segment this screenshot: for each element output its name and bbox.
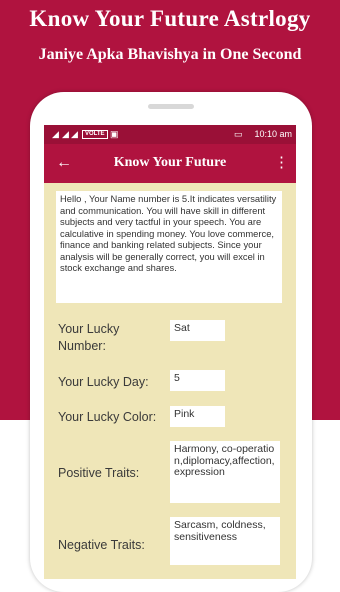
battery-icon: ▭ [234,129,243,139]
positive-traits-value: Harmony, co-operation,diplomacy,affectio… [170,441,280,503]
phone-speaker [148,104,194,109]
status-bar: ◢ ◢ ◢ VOLTE ▣ ▭ 10:10 am [44,125,296,144]
app-screen: ◢ ◢ ◢ VOLTE ▣ ▭ 10:10 am ← Know Your Fut… [44,125,296,579]
negative-traits-value: Sarcasm, coldness, sensitiveness [170,517,280,565]
lucky-number-value: Sat [170,320,225,341]
status-time: 10:10 am [254,129,292,139]
signal-icon-2: ◢ [62,129,69,139]
lucky-color-label: Your Lucky Color: [58,410,157,424]
volte-badge: VOLTE [82,130,108,139]
prediction-description: Hello , Your Name number is 5.It indicat… [56,191,282,303]
lucky-day-value: 5 [170,370,225,391]
app-bar: ← Know Your Future ⋮ [44,144,296,183]
lucky-color-value: Pink [170,406,225,427]
image-notification-icon: ▣ [110,129,119,139]
promo-band-right [312,150,340,420]
positive-traits-label: Positive Traits: [58,466,140,480]
signal-icon: ◢ [52,129,59,139]
lucky-day-label: Your Lucky Day: [58,375,149,389]
signal-icon-3: ◢ [71,129,78,139]
lucky-number-label: Your Lucky Number: [58,322,120,353]
more-vertical-icon: ⋮ [274,154,289,171]
overflow-menu-button[interactable]: ⋮ [274,153,289,173]
promo-band-left [0,150,30,420]
promo-subtitle: Janiye Apka Bhavishya in One Second [38,46,302,63]
app-title: Know Your Future [113,155,227,170]
negative-traits-label: Negative Traits: [58,538,145,552]
promo-title: Know Your Future Astrlogy [29,6,311,31]
